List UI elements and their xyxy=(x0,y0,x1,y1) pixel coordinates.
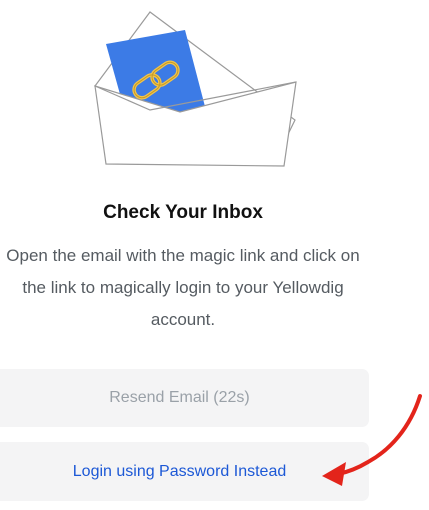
page-title: Check Your Inbox xyxy=(103,202,263,223)
instruction-text: Open the email with the magic link and c… xyxy=(6,246,360,329)
red-arrow-icon xyxy=(322,394,422,486)
envelope-with-link-icon xyxy=(94,11,297,167)
magic-link-confirmation: Check Your Inbox Open the email with the… xyxy=(0,0,429,510)
